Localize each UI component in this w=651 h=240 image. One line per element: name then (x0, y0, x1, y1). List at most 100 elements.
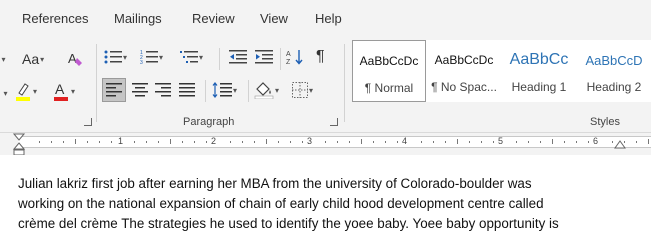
ruler-dot (373, 141, 375, 143)
ruler-number: 1 (118, 136, 124, 146)
ruler-dot (146, 141, 148, 143)
ruler-dot (492, 141, 494, 143)
document-paragraph[interactable]: Julian lakriz first job after earning he… (18, 174, 651, 234)
ruler-dot (480, 141, 482, 143)
justify-icon (179, 83, 195, 97)
decrease-indent-button[interactable] (229, 46, 247, 68)
ribbon: ▾ Aa ▾ A ▾ ▾ A ▾ ▾ 1 2 3 ▾ ▾ A Z ¶ ▾ ▾ ▾… (0, 36, 651, 133)
style-name: ¶ Normal (364, 81, 414, 95)
align-left-button[interactable] (102, 78, 126, 102)
svg-text:A: A (286, 51, 291, 58)
font-size-dropdown-arrow[interactable]: ▾ (0, 48, 8, 70)
ruler-dot (337, 141, 339, 143)
inner-separator (248, 80, 249, 102)
horizontal-ruler[interactable]: 1 2 3 4 5 6 (18, 136, 651, 148)
ruler-dot (444, 141, 446, 143)
ruler-dot (277, 141, 279, 143)
bullet-list-icon (104, 50, 122, 64)
numbered-list-icon: 1 2 3 (140, 50, 158, 65)
ruler-dot (289, 141, 291, 143)
style-heading-2[interactable]: AaBbCcD Heading 2 (577, 40, 651, 102)
tab-references[interactable]: References (22, 11, 88, 26)
ruler-number: 3 (307, 136, 313, 146)
style-no-spacing[interactable]: AaBbCcDc ¶ No Spac... (427, 40, 501, 102)
style-heading-1[interactable]: AaBbCc Heading 1 (502, 40, 576, 102)
ribbon-tab-bar: References Mailings Review View Help (0, 0, 651, 36)
style-normal[interactable]: AaBbCcDc ¶ Normal (352, 40, 426, 102)
change-case-button[interactable]: Aa ▾ (22, 48, 44, 70)
align-center-button[interactable] (130, 79, 150, 101)
ruler-number: 6 (593, 136, 599, 146)
ruler-half-tick (647, 139, 649, 144)
borders-icon (292, 82, 308, 98)
font-color-icon: A (54, 81, 68, 101)
ruler-dot (432, 141, 434, 143)
change-case-label: Aa (22, 51, 40, 67)
ruler-half-tick (265, 139, 267, 144)
ruler-half-tick (74, 139, 76, 144)
ruler-number: 4 (402, 136, 408, 146)
tab-mailings[interactable]: Mailings (114, 11, 162, 26)
show-formatting-marks-button[interactable]: ¶ (316, 46, 325, 68)
styles-group-label: Styles (590, 116, 620, 128)
ruler-dot (62, 141, 64, 143)
ruler-dot (229, 141, 231, 143)
ruler-dot (38, 141, 40, 143)
right-indent-marker-icon[interactable] (614, 140, 626, 150)
ruler-dot (385, 141, 387, 143)
ruler-dot (588, 141, 590, 143)
align-right-button[interactable] (153, 79, 173, 101)
font-dialog-launcher-icon[interactable] (84, 118, 92, 126)
text-line: working on the national expansion of cha… (18, 196, 544, 211)
ruler-dot (182, 141, 184, 143)
ruler-dot (86, 141, 88, 143)
borders-button[interactable]: ▾ (292, 79, 313, 101)
svg-text:Z: Z (286, 59, 291, 66)
ruler-dot (158, 141, 160, 143)
ruler-dot (110, 141, 112, 143)
clear-formatting-button[interactable]: A (66, 48, 86, 70)
bullets-button[interactable]: ▾ (104, 46, 127, 68)
ruler-number: 2 (211, 136, 217, 146)
ruler-dot (349, 141, 351, 143)
style-sample: AaBbCcD (585, 53, 643, 68)
align-right-icon (155, 83, 171, 97)
ruler-dot (468, 141, 470, 143)
svg-text:3: 3 (140, 60, 143, 65)
ruler-half-tick (552, 139, 554, 144)
style-name: Heading 2 (586, 80, 642, 94)
multilevel-list-button[interactable]: ▾ (180, 46, 203, 68)
shading-button[interactable]: ▾ (254, 79, 279, 101)
clear-formatting-icon: A (68, 51, 82, 66)
ruler-dot (540, 141, 542, 143)
text-effects-partial-button[interactable]: ▾ (0, 82, 10, 104)
numbering-button[interactable]: 1 2 3 ▾ (140, 46, 163, 68)
paint-bucket-icon (254, 82, 274, 99)
highlighter-icon (16, 83, 30, 101)
ruler-dot (50, 141, 52, 143)
inner-separator (205, 80, 206, 102)
line-spacing-icon (212, 82, 232, 98)
increase-indent-button[interactable] (255, 46, 273, 68)
ruler-dot (206, 141, 208, 143)
paragraph-dialog-launcher-icon[interactable] (330, 118, 338, 126)
ruler-dot (301, 141, 303, 143)
ruler-dot (576, 141, 578, 143)
tab-review[interactable]: Review (192, 11, 235, 26)
paragraph-group-label: Paragraph (183, 116, 235, 128)
tab-help[interactable]: Help (315, 11, 342, 26)
align-center-icon (132, 83, 148, 97)
highlight-color-button[interactable]: ▾ (14, 80, 37, 102)
ruler-dot (98, 141, 100, 143)
text-line: crème del crème The strategies he used t… (18, 216, 559, 231)
ruler-dot (420, 141, 422, 143)
style-sample: AaBbCcDc (434, 53, 494, 67)
font-color-button[interactable]: A ▾ (52, 80, 75, 102)
sort-button[interactable]: A Z (286, 46, 304, 68)
justify-button[interactable] (177, 79, 197, 101)
svg-text:A: A (55, 81, 65, 97)
ruler-dot (564, 141, 566, 143)
indent-markers-icon[interactable] (13, 133, 25, 157)
tab-view[interactable]: View (260, 11, 288, 26)
line-spacing-button[interactable]: ▾ (212, 79, 237, 101)
